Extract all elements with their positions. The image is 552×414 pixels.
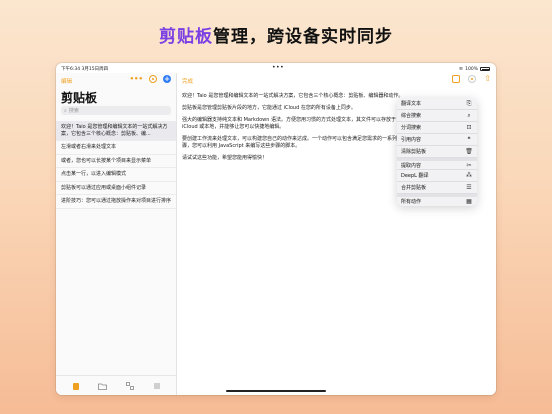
edit-button[interactable]: 编辑 — [61, 77, 72, 85]
menu-item-deepl[interactable]: DeepL 翻译 ⁂ — [397, 170, 477, 182]
menu-item-label: 清除剪贴板 — [401, 149, 427, 155]
menu-item-label: DeepL 翻译 — [401, 173, 429, 179]
search-placeholder: 搜索 — [68, 108, 79, 114]
trash-icon: 🗑 — [465, 148, 473, 155]
menu-item-label: 合并剪贴板 — [401, 185, 427, 191]
menu-item-label: 分词搜索 — [401, 125, 422, 131]
multitasking-dots[interactable]: ••• — [272, 64, 284, 71]
ipad-screen: 下午6:34 3月15日周四 ••• ≋ 100% 编辑 ••• + 剪贴板 ⌕… — [56, 63, 496, 395]
menu-item-label: 所有动作 — [401, 199, 422, 205]
status-right: ≋ 100% — [459, 66, 490, 72]
copy-icon[interactable] — [452, 75, 461, 83]
editor-toolbar: 完成 ⇧ — [182, 75, 491, 86]
actions-menu: 翻译文本 ⎘ 综合搜索 ⌕ 分词搜索 ⊡ 引用内容 ❝ 清除剪贴板 🗑 提取内容 ✂ Dee… — [397, 98, 477, 206]
split-search-icon: ⊡ — [466, 124, 472, 131]
menu-item-split-search[interactable]: 分词搜索 ⊡ — [397, 122, 477, 134]
menu-item-quote[interactable]: 引用内容 ❝ — [397, 134, 477, 146]
wifi-icon: ≋ — [458, 66, 464, 72]
search-icon: ⌕ — [64, 107, 67, 114]
list-item[interactable]: 欢迎！Taio 是您管理和编辑文本的一站式解决方案，它包含三个核心概念：剪贴板、… — [56, 121, 176, 141]
menu-item-label: 综合搜索 — [401, 113, 422, 119]
record-icon[interactable] — [468, 75, 477, 83]
menu-item-extract[interactable]: 提取内容 ✂ — [397, 158, 477, 170]
list-item[interactable]: 剪贴板可以通过应用或桌面小组件记录 — [56, 182, 176, 195]
battery-percent: 100% — [465, 66, 478, 72]
tab-editor[interactable] — [98, 382, 107, 390]
menu-item-label: 提取内容 — [401, 162, 422, 169]
clipboard-list: 欢迎！Taio 是您管理和编辑文本的一站式解决方案，它包含三个核心概念：剪贴板、… — [56, 121, 176, 209]
search-input[interactable]: ⌕ 搜索 — [61, 106, 171, 115]
done-button[interactable]: 完成 — [182, 77, 193, 85]
battery-icon — [480, 67, 490, 71]
editor-pane: 完成 ⇧ 欢迎！Taio 是您管理和编辑文本的一站式解决方案，它包含三个核心概念… — [177, 73, 496, 395]
search-icon: ⌕ — [467, 111, 471, 119]
sidebar-actions: ••• + — [130, 75, 171, 83]
settings-icon — [153, 383, 160, 388]
headline-rest: 管理，跨设备实时同步 — [213, 27, 393, 47]
menu-item-search[interactable]: 综合搜索 ⌕ — [397, 110, 477, 122]
paragraph: 要创建工作流来处理文本，可以构建您自己的动作来达成。一个动作可以包含满足您需求的… — [182, 136, 403, 149]
editor-actions: ⇧ — [452, 75, 491, 83]
merge-icon: ☰ — [466, 184, 472, 191]
paragraph: 欢迎！Taio 是您管理和编辑文本的一站式解决方案，它包含三个核心概念：剪贴板、… — [182, 93, 404, 99]
sidebar-title: 剪贴板 — [61, 91, 98, 105]
clipboard-icon — [72, 382, 79, 390]
sidebar: 编辑 ••• + 剪贴板 ⌕ 搜索 欢迎！Taio 是您管理和编辑文本的一站式解… — [56, 73, 177, 395]
more-icon[interactable]: ••• — [130, 75, 143, 83]
record-icon[interactable] — [149, 75, 157, 83]
paragraph: 强大的编辑器支持纯文本和 Markdown 语法。方便您用习惯的方式处理文本，其… — [182, 117, 397, 130]
scissors-icon: ✂ — [466, 161, 472, 169]
tab-clipboard[interactable] — [71, 382, 80, 390]
paragraph: 请试试这些功能，希望您能用得愉快！ — [182, 155, 268, 161]
headline-highlight: 剪贴板 — [159, 27, 213, 47]
grid-icon: ▦ — [466, 198, 472, 205]
list-item[interactable]: 或者，您也可以长按某个项目来显示菜单 — [56, 155, 176, 168]
menu-item-label: 翻译文本 — [401, 101, 422, 107]
list-item[interactable]: 进阶技巧：您可以通过拖放操作来对项目进行排序 — [56, 195, 176, 209]
tab-settings[interactable] — [152, 382, 161, 390]
home-indicator[interactable] — [226, 390, 326, 392]
status-time: 下午6:34 3月15日周四 — [61, 67, 109, 72]
list-item[interactable]: 左滑或者右滑来处理文本 — [56, 141, 176, 155]
status-bar: 下午6:34 3月15日周四 ••• ≋ 100% — [56, 63, 496, 73]
menu-item-label: 引用内容 — [401, 137, 422, 143]
deepl-icon: ⁂ — [466, 172, 472, 179]
editor-text[interactable]: 欢迎！Taio 是您管理和编辑文本的一站式解决方案，它包含三个核心概念：剪贴板、… — [182, 93, 406, 167]
menu-item-merge[interactable]: 合并剪贴板 ☰ — [397, 182, 477, 194]
actions-icon — [125, 381, 134, 390]
translate-icon: ⎘ — [466, 99, 472, 107]
quote-icon: ❝ — [467, 136, 471, 143]
menu-item-translate[interactable]: 翻译文本 ⎘ — [397, 98, 477, 110]
share-icon[interactable]: ⇧ — [484, 75, 491, 83]
bottom-tab-bar — [56, 375, 176, 395]
folder-icon — [98, 383, 107, 390]
tab-actions[interactable] — [125, 381, 134, 390]
menu-item-all-actions[interactable]: 所有动作 ▦ — [397, 194, 477, 206]
sidebar-toolbar: 编辑 ••• + — [61, 75, 171, 85]
headline: 剪贴板管理，跨设备实时同步 — [0, 22, 552, 47]
add-button[interactable]: + — [163, 75, 171, 83]
paragraph: 剪贴板是您管理剪贴板片段的地方，它能通过 iCloud 在您的所有设备上同步。 — [182, 105, 356, 111]
list-item[interactable]: 点击某一行，以进入编辑模式 — [56, 168, 176, 182]
menu-item-clear[interactable]: 清除剪贴板 🗑 — [397, 146, 477, 158]
